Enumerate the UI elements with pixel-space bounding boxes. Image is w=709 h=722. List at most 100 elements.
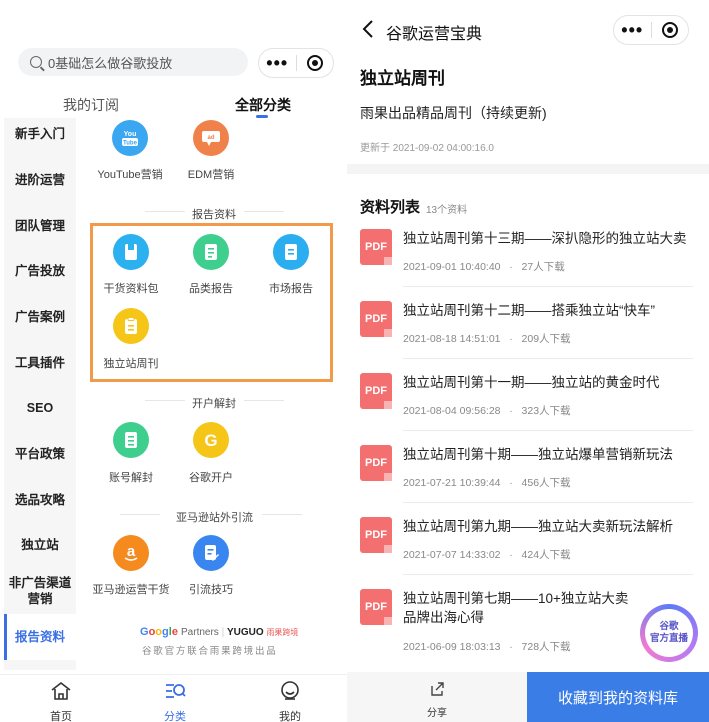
list-item[interactable]: PDF 独立站周刊第十二期——搭乘独立站“快车” 2021-08-18 14:5… xyxy=(347,301,709,373)
search-input[interactable]: 0基础怎么做谷歌投放 xyxy=(18,48,248,76)
collection-subtitle: 雨果出品精品周刊（持续更新) xyxy=(360,105,547,121)
amazon-item-label[interactable]: 亚马逊运营干货 xyxy=(88,581,174,597)
amazon-item-label[interactable]: 引流技巧 xyxy=(175,581,247,597)
svg-text:You: You xyxy=(124,131,137,138)
report-item-label[interactable]: 干货资料包 xyxy=(95,280,167,296)
sidebar-item-non-ad-channel[interactable]: 非广告渠道营销 xyxy=(4,575,76,607)
item-date: 2021-07-21 10:39:44 xyxy=(403,477,501,489)
sidebar-item-reports[interactable]: 报告资料 xyxy=(4,614,76,660)
sidebar-item-ad-cases[interactable]: 广告案例 xyxy=(4,309,76,325)
partner-caption: 谷歌官方联合雨果跨境出品 xyxy=(142,646,278,657)
item-title: 独立站周刊第九期——独立站大卖新玩法解析 xyxy=(403,519,673,534)
category-sidebar: 新手入门 进阶运营 团队管理 广告投放 广告案例 工具插件 SEO 平台政策 选… xyxy=(4,118,76,670)
sidebar-item-seo[interactable]: SEO xyxy=(4,400,76,416)
more-menu-button[interactable]: ••• xyxy=(259,54,296,72)
unban-item-label[interactable]: 账号解封 xyxy=(95,469,167,485)
user-icon xyxy=(281,681,299,700)
partner-logos: Google Partners | YUGUO 雨果跨境 xyxy=(140,626,299,638)
share-button[interactable]: 分享 xyxy=(347,672,527,722)
pdf-icon: PDF xyxy=(360,373,392,409)
unlock-doc-icon[interactable] xyxy=(113,422,149,458)
sidebar-item-indie-site[interactable]: 独立站 xyxy=(4,537,76,553)
tab-all-categories[interactable]: 全部分类 xyxy=(235,95,291,115)
more-menu-button[interactable]: ••• xyxy=(614,21,651,39)
item-date: 2021-08-04 09:56:28 xyxy=(403,405,501,417)
item-date: 2021-06-09 18:03:13 xyxy=(403,641,501,653)
item-downloads: 456人下载 xyxy=(521,477,571,489)
item-date: 2021-09-01 10:40:40 xyxy=(403,261,501,273)
miniprogram-capsule-right: ••• xyxy=(613,15,689,45)
sidebar-item-ads[interactable]: 广告投放 xyxy=(4,263,76,279)
category-icon xyxy=(166,684,186,698)
nav-home[interactable]: 首页 xyxy=(21,675,101,722)
nav-mine[interactable]: 我的 xyxy=(250,675,330,722)
nav-category[interactable]: 分类 xyxy=(135,675,215,722)
list-item[interactable]: PDF 独立站周刊第十期——独立站爆单营销新玩法 2021-07-21 10:3… xyxy=(347,445,709,517)
sidebar-active-indicator xyxy=(4,614,7,660)
list-item[interactable]: PDF 独立站周刊第十三期——深扒隐形的独立站大卖 2021-09-01 10:… xyxy=(347,229,709,301)
search-icon xyxy=(30,56,42,68)
sidebar-item-policy[interactable]: 平台政策 xyxy=(4,446,76,462)
sidebar-item-team[interactable]: 团队管理 xyxy=(4,218,76,234)
item-date: 2021-08-18 14:51:01 xyxy=(403,333,501,345)
item-title: 独立站周刊第十三期——深扒隐形的独立站大卖 xyxy=(403,231,687,246)
miniprogram-capsule: ••• xyxy=(258,48,334,78)
pdf-icon: PDF xyxy=(360,229,392,265)
google-g-icon[interactable]: G xyxy=(193,422,229,458)
bottom-navigation: 首页 分类 我的 xyxy=(0,674,347,722)
pdf-icon: PDF xyxy=(360,301,392,337)
section-title-amazon: 亚马逊站外引流 xyxy=(176,512,253,524)
list-item[interactable]: PDF 独立站周刊第十一期——独立站的黄金时代 2021-08-04 09:56… xyxy=(347,373,709,445)
category-pane: 0基础怎么做谷歌投放 ••• 我的订阅 全部分类 新手入门 进阶运营 团队管理 … xyxy=(0,0,347,722)
share-icon xyxy=(431,682,444,696)
item-date: 2021-07-07 14:33:02 xyxy=(403,549,501,561)
close-miniprogram-button[interactable] xyxy=(652,22,689,38)
item-downloads: 27人下载 xyxy=(521,261,565,273)
active-tab-indicator xyxy=(256,115,268,118)
item-downloads: 728人下载 xyxy=(521,641,571,653)
item-title: 独立站周刊第十期——独立站爆单营销新玩法 xyxy=(403,447,673,462)
youtube-marketing-label[interactable]: YouTube营销 xyxy=(93,166,167,182)
back-icon[interactable] xyxy=(361,18,375,40)
yuguo-logo: YUGUO xyxy=(226,627,264,638)
weekly-icon[interactable] xyxy=(113,308,149,344)
close-miniprogram-button[interactable] xyxy=(297,55,334,71)
category-tabs: 我的订阅 全部分类 xyxy=(0,92,347,118)
market-icon[interactable] xyxy=(273,234,309,270)
report-icon[interactable] xyxy=(193,234,229,270)
target-icon xyxy=(306,55,323,71)
collect-to-library-button[interactable]: 收藏到我的资料库 xyxy=(527,672,709,722)
edm-marketing-label[interactable]: EDM营销 xyxy=(175,166,247,182)
yuguo-cn-logo: 雨果跨境 xyxy=(266,628,299,637)
youtube-icon[interactable]: You Tube xyxy=(112,120,148,156)
tab-my-subscriptions[interactable]: 我的订阅 xyxy=(63,95,119,115)
svg-text:a: a xyxy=(127,543,136,560)
pdf-icon: PDF xyxy=(360,445,392,481)
sidebar-item-advanced[interactable]: 进阶运营 xyxy=(4,172,76,188)
list-item[interactable]: PDF 独立站周刊第九期——独立站大卖新玩法解析 2021-07-07 14:3… xyxy=(347,517,709,589)
amazon-icon[interactable]: a xyxy=(113,535,149,571)
item-title: 独立站周刊第十一期——独立站的黄金时代 xyxy=(403,375,660,390)
sidebar-item-product[interactable]: 选品攻略 xyxy=(4,492,76,508)
pdf-icon: PDF xyxy=(360,589,392,625)
email-ad-icon[interactable]: ad xyxy=(193,120,229,156)
item-title: 独立站周刊第七期——10+独立站大卖品牌出海心得 xyxy=(403,591,629,625)
svg-text:Tube: Tube xyxy=(123,141,138,147)
search-placeholder: 0基础怎么做谷歌投放 xyxy=(48,55,173,71)
sidebar-item-beginner[interactable]: 新手入门 xyxy=(4,126,76,142)
live-stream-button[interactable]: 谷歌 官方直播 xyxy=(640,604,698,662)
item-downloads: 424人下载 xyxy=(521,549,571,561)
report-item-label[interactable]: 独立站周刊 xyxy=(95,355,167,371)
sidebar-item-tools[interactable]: 工具插件 xyxy=(4,355,76,371)
traffic-doc-icon[interactable] xyxy=(193,535,229,571)
item-title: 独立站周刊第十二期——搭乘独立站“快车” xyxy=(403,303,655,318)
unban-item-label[interactable]: 谷歌开户 xyxy=(175,469,247,485)
report-item-label[interactable]: 市场报告 xyxy=(255,280,327,296)
page-title: 谷歌运营宝典 xyxy=(386,26,483,43)
detail-pane: 谷歌运营宝典 ••• 独立站周刊 雨果出品精品周刊（持续更新) 更新于 2021… xyxy=(347,0,709,722)
item-downloads: 323人下载 xyxy=(521,405,571,417)
report-item-label[interactable]: 品类报告 xyxy=(175,280,247,296)
list-title: 资料列表 xyxy=(360,199,421,216)
google-partners-logo: Google xyxy=(140,626,178,638)
pack-icon[interactable] xyxy=(113,234,149,270)
